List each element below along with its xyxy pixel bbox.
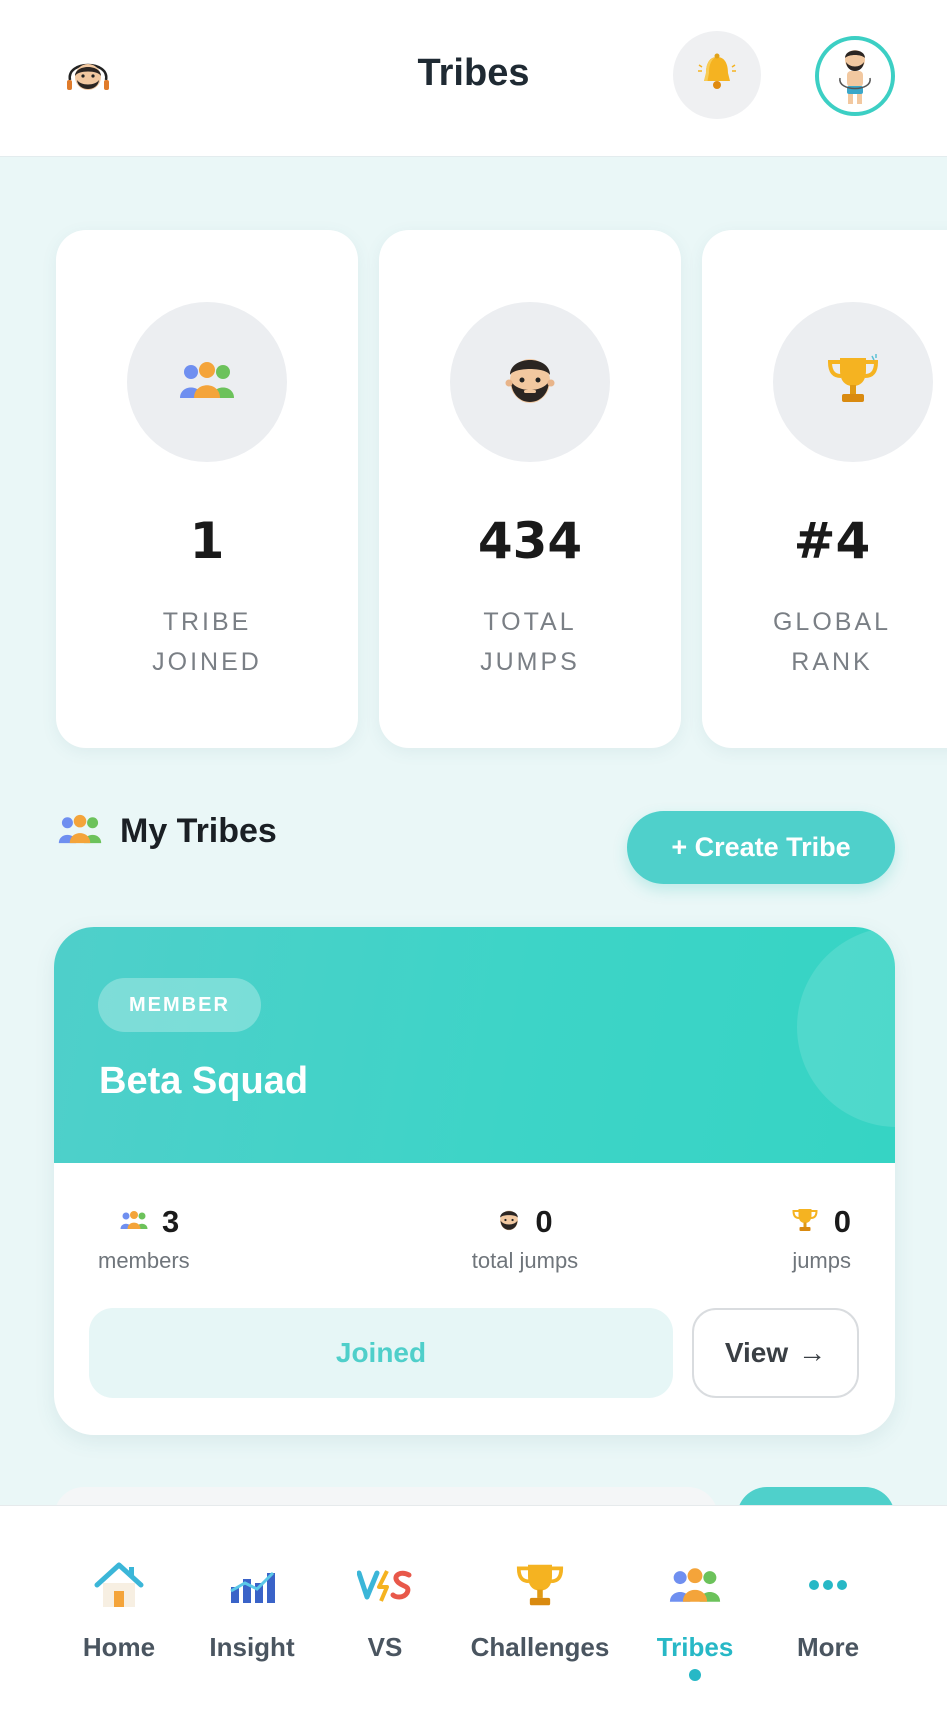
stat-value: 1 — [189, 512, 225, 570]
stat-label-line2: JOINED — [152, 648, 262, 676]
stat-card-total-jumps: 434 TOTAL JUMPS — [379, 230, 681, 748]
tribe-stat-members: 3 members — [98, 1202, 190, 1274]
stat-icon-circle — [450, 302, 610, 462]
bearded-face-icon — [497, 1207, 521, 1238]
members-count: 3 — [162, 1204, 180, 1239]
group-icon — [58, 813, 102, 850]
total-jumps-caption: total jumps — [471, 1248, 579, 1273]
bell-icon — [695, 51, 739, 100]
trophy-icon — [460, 1556, 620, 1614]
my-tribes-heading: My Tribes — [58, 808, 277, 854]
stat-icon-circle — [773, 302, 933, 462]
page-title: Tribes — [417, 52, 530, 94]
group-icon — [179, 360, 235, 405]
tribe-name: Beta Squad — [99, 1060, 309, 1102]
joined-button[interactable]: Joined — [89, 1308, 673, 1398]
app-header: Tribes — [0, 0, 947, 157]
members-caption: members — [98, 1248, 190, 1273]
tribe-stat-total-jumps: 0 total jumps — [432, 1202, 618, 1274]
nav-more[interactable]: More — [748, 1556, 908, 1663]
member-badge: MEMBER — [98, 978, 261, 1032]
stat-label-line1: TRIBE — [162, 608, 252, 636]
decorative-bubble — [797, 927, 895, 1127]
nav-label: VS — [367, 1632, 403, 1662]
view-tribe-button[interactable]: View → — [692, 1308, 859, 1398]
create-tribe-button[interactable]: + Create Tribe — [627, 811, 895, 884]
jumps-count: 0 — [833, 1204, 851, 1239]
user-avatar-icon — [823, 42, 887, 111]
nav-label: Challenges — [470, 1632, 610, 1662]
trophy-icon — [824, 353, 882, 411]
stat-label-line1: TOTAL — [483, 608, 577, 636]
more-dots-icon — [748, 1556, 908, 1614]
stat-value: 434 — [477, 512, 583, 570]
tribe-card[interactable]: MEMBER Beta Squad 3 members 0 total jump… — [54, 927, 895, 1435]
active-indicator-dot — [689, 1669, 701, 1681]
stat-label: TRIBE JOINED — [76, 602, 338, 682]
stat-label-line2: JUMPS — [480, 648, 580, 676]
jumps-caption: jumps — [792, 1248, 851, 1273]
arrow-right-icon: → — [798, 1337, 827, 1368]
section-title: My Tribes — [120, 811, 277, 850]
view-label: View — [724, 1337, 789, 1368]
tribe-stat-jumps: 0 jumps — [790, 1202, 851, 1274]
stat-card-tribes-joined: 1 TRIBE JOINED — [56, 230, 358, 748]
stat-icon-circle — [127, 302, 287, 462]
stat-label-line2: RANK — [791, 648, 873, 676]
stat-value: #4 — [793, 512, 871, 570]
stat-label-line1: GLOBAL — [772, 608, 892, 636]
bottom-nav: Home Insight VS Challenges Tribes More — [0, 1505, 947, 1721]
nav-label: More — [796, 1632, 860, 1662]
trophy-icon — [790, 1207, 820, 1238]
nav-vs[interactable]: VS — [305, 1556, 465, 1663]
stat-label: GLOBAL RANK — [722, 602, 942, 682]
nav-challenges[interactable]: Challenges — [460, 1556, 620, 1663]
versus-icon — [305, 1556, 465, 1614]
group-icon — [120, 1210, 148, 1235]
total-jumps-count: 0 — [535, 1204, 553, 1239]
user-avatar[interactable] — [815, 36, 895, 116]
tribe-banner: MEMBER Beta Squad — [54, 927, 895, 1163]
bearded-face-icon — [503, 351, 557, 414]
stat-card-global-rank: #4 GLOBAL RANK — [702, 230, 947, 748]
notifications-button[interactable] — [673, 31, 761, 119]
stat-label: TOTAL JUMPS — [399, 602, 661, 682]
